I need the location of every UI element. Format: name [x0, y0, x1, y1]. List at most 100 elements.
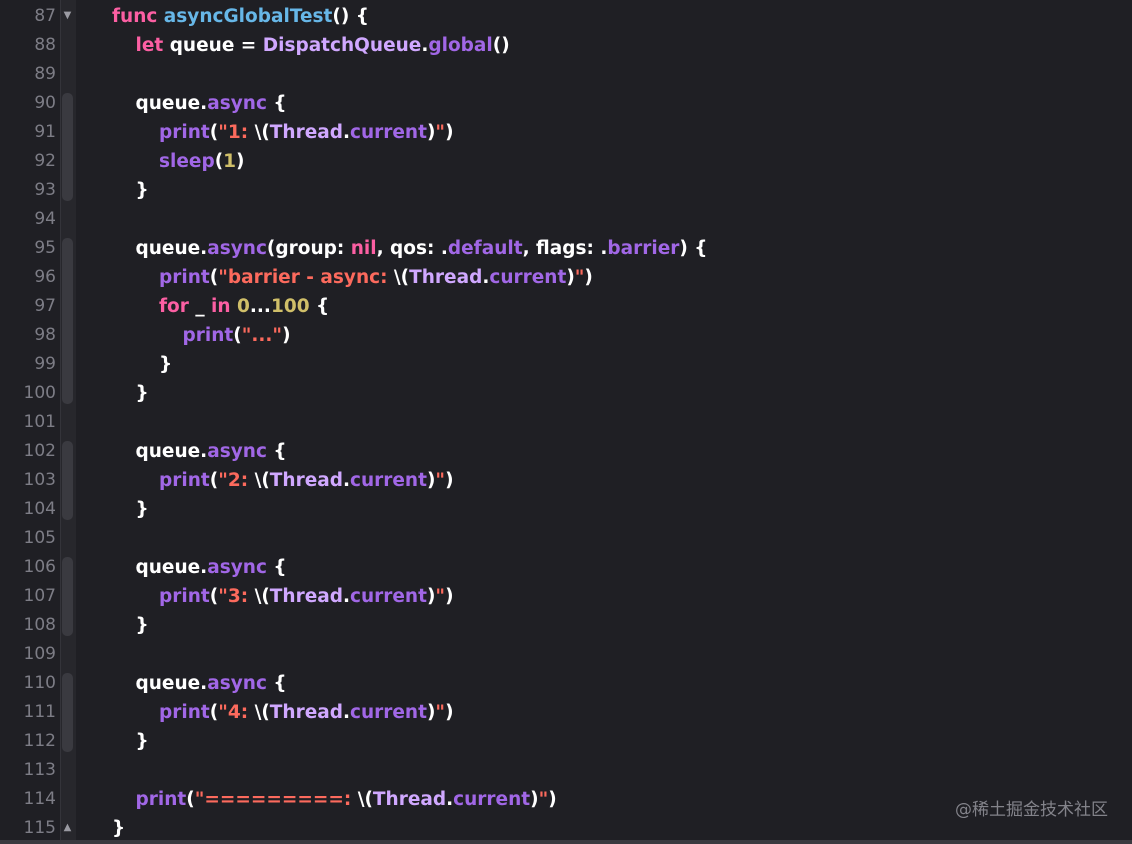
line-number: 112: [23, 731, 56, 751]
code-token: ": [435, 702, 446, 723]
code-line[interactable]: 87 func asyncGlobalTest() {: [0, 2, 1132, 31]
code-text: queue.async {: [136, 89, 287, 118]
line-number: 114: [23, 789, 56, 809]
code-line[interactable]: 100}: [0, 379, 1132, 408]
code-token: , qos: .: [376, 238, 448, 259]
code-text: print("2: \(Thread.current)"): [159, 466, 454, 495]
code-line[interactable]: 107 print("3: \(Thread.current)"): [0, 582, 1132, 611]
code-token: current: [350, 122, 427, 143]
code-token: sleep: [159, 151, 215, 172]
code-token: }: [135, 180, 149, 201]
code-token: queue.: [135, 93, 208, 114]
code-line[interactable]: 108}: [0, 611, 1132, 640]
line-number: 93: [34, 180, 56, 200]
watermark: @稀土掘金技术社区: [955, 800, 1108, 820]
line-number: 101: [23, 412, 56, 432]
code-line[interactable]: 88 let queue = DispatchQueue.global(): [0, 31, 1132, 60]
code-line[interactable]: 103 print("2: \(Thread.current)"): [0, 466, 1132, 495]
line-number: 102: [23, 441, 56, 461]
code-token: ) {: [679, 238, 708, 259]
code-line[interactable]: 106 queue.async {: [0, 553, 1132, 582]
code-token: ": [435, 122, 446, 143]
code-token: Thread: [269, 470, 343, 491]
line-number: 96: [34, 267, 56, 287]
line-number: 97: [34, 296, 56, 316]
code-token: }: [135, 499, 149, 520]
code-line[interactable]: 94: [0, 205, 1132, 234]
code-token: \(: [254, 702, 270, 723]
code-line[interactable]: 89: [0, 60, 1132, 89]
code-text: print("=========: \(Thread.current)"): [136, 785, 557, 814]
code-line[interactable]: 90 queue.async {: [0, 89, 1132, 118]
line-number: 109: [23, 644, 56, 664]
line-number: 89: [34, 64, 56, 84]
code-text: queue.async {: [136, 669, 287, 698]
line-number: 107: [23, 586, 56, 606]
code-line[interactable]: 98 print("..."): [0, 321, 1132, 350]
code-token: ): [530, 789, 539, 810]
code-line[interactable]: 92 sleep(1): [0, 147, 1132, 176]
code-token: , flags: .: [522, 238, 608, 259]
code-line[interactable]: 111 print("4: \(Thread.current)"): [0, 698, 1132, 727]
code-token: (: [209, 470, 219, 491]
code-line[interactable]: 97 for _ in 0...100 {: [0, 292, 1132, 321]
code-line[interactable]: 104}: [0, 495, 1132, 524]
code-text: queue.async(group: nil, qos: .default, f…: [136, 234, 708, 263]
code-token: ): [282, 325, 291, 346]
code-token: print: [159, 470, 210, 491]
code-text: }: [159, 350, 172, 379]
code-text: }: [112, 814, 125, 843]
code-token: ": [538, 789, 549, 810]
code-line[interactable]: 91 print("1: \(Thread.current)"): [0, 118, 1132, 147]
code-token: \(: [357, 789, 373, 810]
line-number: 105: [23, 528, 56, 548]
code-token: func: [112, 6, 164, 27]
line-number: 111: [23, 702, 56, 722]
code-token: _: [195, 296, 212, 317]
code-token: queue.: [135, 557, 208, 578]
code-token: .: [342, 122, 350, 143]
code-token: async: [207, 93, 267, 114]
line-number: 106: [23, 557, 56, 577]
code-line[interactable]: 105: [0, 524, 1132, 553]
code-text: for _ in 0...100 {: [159, 292, 329, 321]
code-token: \(: [393, 267, 410, 288]
line-number: 92: [34, 151, 56, 171]
code-text: queue.async {: [136, 553, 287, 582]
line-number: 104: [23, 499, 56, 519]
code-token: }: [159, 354, 173, 375]
code-line[interactable]: 109: [0, 640, 1132, 669]
code-line[interactable]: 112}: [0, 727, 1132, 756]
code-token: ): [445, 586, 454, 607]
code-line[interactable]: 95 queue.async(group: nil, qos: .default,…: [0, 234, 1132, 263]
code-token: async: [207, 673, 267, 694]
code-token: }: [135, 731, 149, 752]
code-token: let: [135, 35, 170, 56]
code-area[interactable]: 87 func asyncGlobalTest() {88 let queue = …: [0, 0, 1132, 844]
line-number: 95: [34, 238, 56, 258]
code-text: }: [136, 176, 149, 205]
code-token: {: [266, 557, 287, 578]
code-line[interactable]: 101: [0, 408, 1132, 437]
code-text: }: [136, 727, 149, 756]
code-token: default: [447, 238, 523, 259]
line-number: 113: [23, 760, 56, 780]
code-line[interactable]: 113: [0, 756, 1132, 785]
code-text: print("3: \(Thread.current)"): [159, 582, 454, 611]
code-line[interactable]: 99}: [0, 350, 1132, 379]
code-line[interactable]: 102 queue.async {: [0, 437, 1132, 466]
code-token: nil: [350, 238, 377, 259]
code-token: ...: [249, 296, 271, 317]
code-token: async: [207, 238, 267, 259]
code-token: "2:: [218, 470, 255, 491]
code-token: barrier: [607, 238, 680, 259]
code-token: \(: [254, 470, 270, 491]
code-line[interactable]: 93}: [0, 176, 1132, 205]
code-text: print("..."): [183, 321, 291, 350]
code-token: current: [350, 702, 427, 723]
code-line[interactable]: 96 print("barrier - async: \(Thread.curre…: [0, 263, 1132, 292]
code-token: Thread: [269, 586, 343, 607]
code-editor[interactable]: ▼ ▲ 87 func asyncGlobalTest() {88 let queue…: [0, 0, 1132, 844]
code-token: ): [445, 470, 454, 491]
code-line[interactable]: 110 queue.async {: [0, 669, 1132, 698]
